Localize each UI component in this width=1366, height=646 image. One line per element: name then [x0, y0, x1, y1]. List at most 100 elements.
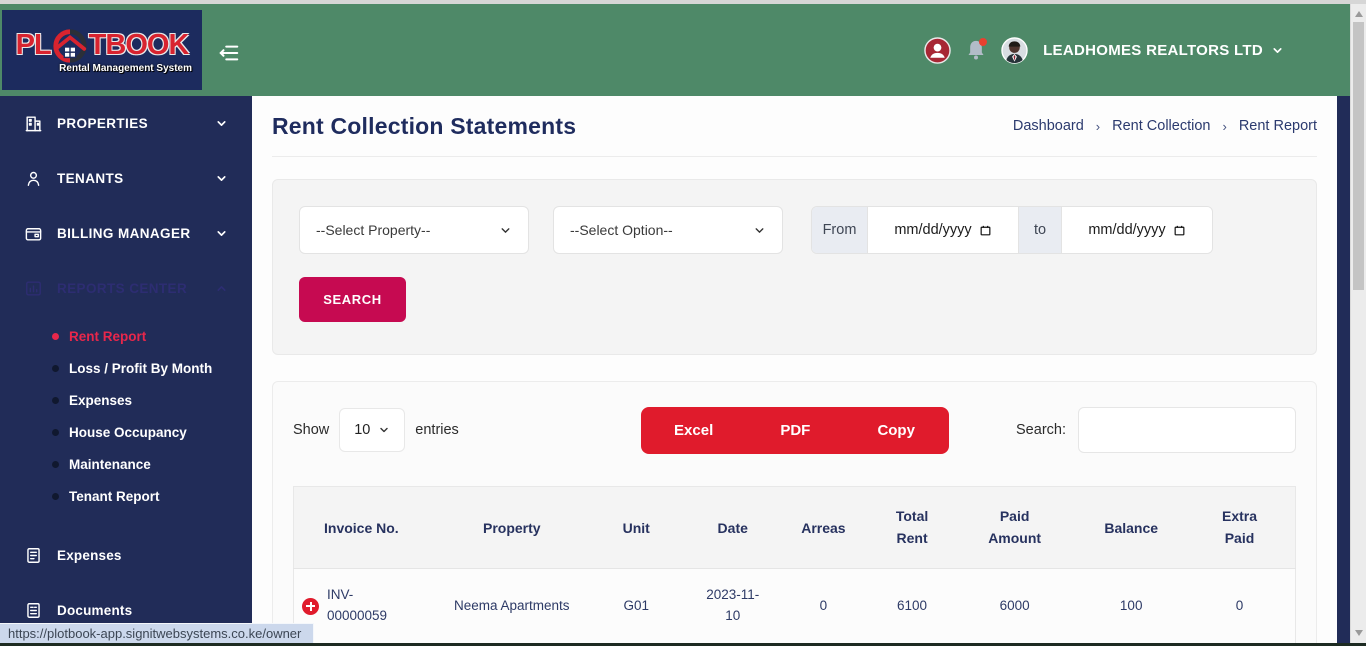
submenu-item-loss-profit[interactable]: Loss / Profit By Month [0, 352, 252, 384]
submenu-item-expenses[interactable]: Expenses [0, 384, 252, 416]
col-header-property[interactable]: Property [443, 487, 581, 569]
submenu-label: Loss / Profit By Month [69, 361, 212, 376]
cell-paid-amount: 6000 [951, 569, 1078, 643]
calendar-icon [1173, 224, 1186, 237]
scrollbar-up-arrow[interactable] [1355, 11, 1363, 17]
property-select[interactable]: --Select Property-- [299, 206, 529, 254]
sidebar-item-label: REPORTS CENTER [57, 281, 215, 296]
cell-property: Neema Apartments [454, 596, 570, 617]
breadcrumb-dashboard[interactable]: Dashboard [1013, 118, 1084, 134]
building-icon [24, 114, 43, 133]
logo-house-icon [51, 27, 89, 65]
reports-submenu: Rent Report Loss / Profit By Month Expen… [0, 316, 252, 518]
sidebar-item-label: Expenses [57, 548, 228, 563]
chevron-down-icon [499, 224, 512, 237]
filter-panel: --Select Property-- --Select Option-- Fr… [272, 179, 1317, 355]
table-search-input[interactable] [1078, 407, 1296, 453]
col-header-unit[interactable]: Unit [581, 487, 692, 569]
page-size-select[interactable]: 10 [339, 408, 405, 452]
breadcrumb-rent-collection[interactable]: Rent Collection [1112, 118, 1210, 134]
breadcrumb: Dashboard › Rent Collection › Rent Repor… [1013, 118, 1317, 134]
table-header-row: Invoice No. Property Unit Date Arreas To… [294, 487, 1296, 569]
breadcrumb-rent-report: Rent Report [1239, 118, 1317, 134]
col-header-date[interactable]: Date [692, 487, 774, 569]
sidebar-item-tenants[interactable]: TENANTS [0, 151, 252, 206]
submenu-item-rent-report[interactable]: Rent Report [0, 320, 252, 352]
date-range-group: From mm/dd/yyyy to mm/dd/yyyy [811, 206, 1213, 254]
col-header-arreas[interactable]: Arreas [774, 487, 874, 569]
property-select-value: --Select Property-- [316, 222, 430, 238]
bullet-icon [52, 461, 59, 468]
expand-row-icon[interactable] [302, 598, 319, 615]
account-menu[interactable]: LEADHOMES REALTORS LTD [1043, 42, 1284, 59]
col-header-balance[interactable]: Balance [1078, 487, 1184, 569]
sidebar-item-billing-manager[interactable]: BILLING MANAGER [0, 206, 252, 261]
submenu-item-house-occupancy[interactable]: House Occupancy [0, 416, 252, 448]
sidebar-item-reports-center[interactable]: REPORTS CENTER [0, 261, 252, 316]
export-copy-button[interactable]: Copy [867, 422, 925, 439]
app-logo[interactable]: PL TBOOK Rental Management System [2, 10, 202, 90]
scrollbar-down-arrow[interactable] [1355, 630, 1363, 636]
date-to-input[interactable]: mm/dd/yyyy [1062, 207, 1212, 253]
chevron-down-icon [215, 227, 228, 240]
cell-balance: 100 [1078, 569, 1184, 643]
col-header-label: Paid Amount [984, 506, 1046, 549]
col-header-extra-paid[interactable]: Extra Paid [1184, 487, 1295, 569]
entries-label: entries [415, 422, 459, 438]
breadcrumb-separator: › [1222, 119, 1226, 134]
submenu-label: Rent Report [69, 329, 146, 344]
col-header-label: Total Rent [881, 506, 943, 549]
browser-scrollbar[interactable] [1350, 4, 1366, 643]
chevron-down-icon [378, 424, 390, 436]
col-header-invoice[interactable]: Invoice No. [294, 487, 444, 569]
col-header-label: Extra Paid [1209, 506, 1271, 549]
submenu-label: Tenant Report [69, 489, 160, 504]
main-content: Rent Collection Statements Dashboard › R… [252, 96, 1337, 643]
sidebar-item-properties[interactable]: PROPERTIES [0, 96, 252, 151]
page-title: Rent Collection Statements [272, 113, 576, 140]
report-table-panel: Show 10 entries Excel PDF Copy Search: [272, 381, 1317, 643]
export-button-group: Excel PDF Copy [641, 407, 949, 454]
account-name-label: LEADHOMES REALTORS LTD [1043, 42, 1263, 59]
logo-subtitle: Rental Management System [59, 63, 192, 74]
cell-arreas: 0 [774, 569, 874, 643]
notification-badge [979, 38, 987, 46]
logo-text-tbook: TBOOK [89, 29, 189, 62]
scrollbar-thumb[interactable] [1353, 22, 1364, 290]
show-label: Show [293, 422, 329, 438]
window-top-edge [0, 0, 1366, 4]
bar-chart-icon [24, 279, 43, 298]
sidebar-item-label: PROPERTIES [57, 116, 215, 131]
sidebar-item-expenses[interactable]: Expenses [0, 528, 252, 583]
user-avatar[interactable] [1001, 37, 1028, 64]
export-excel-button[interactable]: Excel [664, 422, 723, 439]
table-search-label: Search: [1016, 422, 1066, 438]
cell-date: 2023-11-10 [704, 585, 762, 627]
cell-total-rent: 6100 [873, 569, 951, 643]
submenu-item-tenant-report[interactable]: Tenant Report [0, 480, 252, 512]
search-button[interactable]: SEARCH [299, 277, 406, 322]
cell-unit: G01 [581, 569, 692, 643]
sidebar-nav: PROPERTIES TENANTS BILLING MANAGER REPOR… [0, 96, 252, 643]
date-to-label: to [1018, 207, 1062, 253]
submenu-item-maintenance[interactable]: Maintenance [0, 448, 252, 480]
sidebar-toggle-icon[interactable] [216, 42, 242, 64]
date-from-label: From [812, 207, 868, 253]
bullet-icon [52, 333, 59, 340]
notifications-bell-icon[interactable] [966, 39, 986, 61]
date-from-input[interactable]: mm/dd/yyyy [868, 207, 1018, 253]
date-to-value: mm/dd/yyyy [1088, 222, 1165, 238]
sidebar-item-label: Documents [57, 603, 228, 618]
export-pdf-button[interactable]: PDF [770, 422, 820, 439]
col-header-total-rent[interactable]: Total Rent [873, 487, 951, 569]
submenu-label: House Occupancy [69, 425, 187, 440]
option-select[interactable]: --Select Option-- [553, 206, 783, 254]
person-icon [24, 169, 43, 188]
date-from-value: mm/dd/yyyy [894, 222, 971, 238]
col-header-paid-amount[interactable]: Paid Amount [951, 487, 1078, 569]
document-icon [24, 546, 43, 565]
sidebar-item-label: BILLING MANAGER [57, 226, 215, 241]
profile-icon[interactable] [924, 37, 951, 64]
sidebar-item-label: TENANTS [57, 171, 215, 186]
table-row: INV-00000059 Neema Apartments G01 2023-1… [294, 569, 1296, 643]
